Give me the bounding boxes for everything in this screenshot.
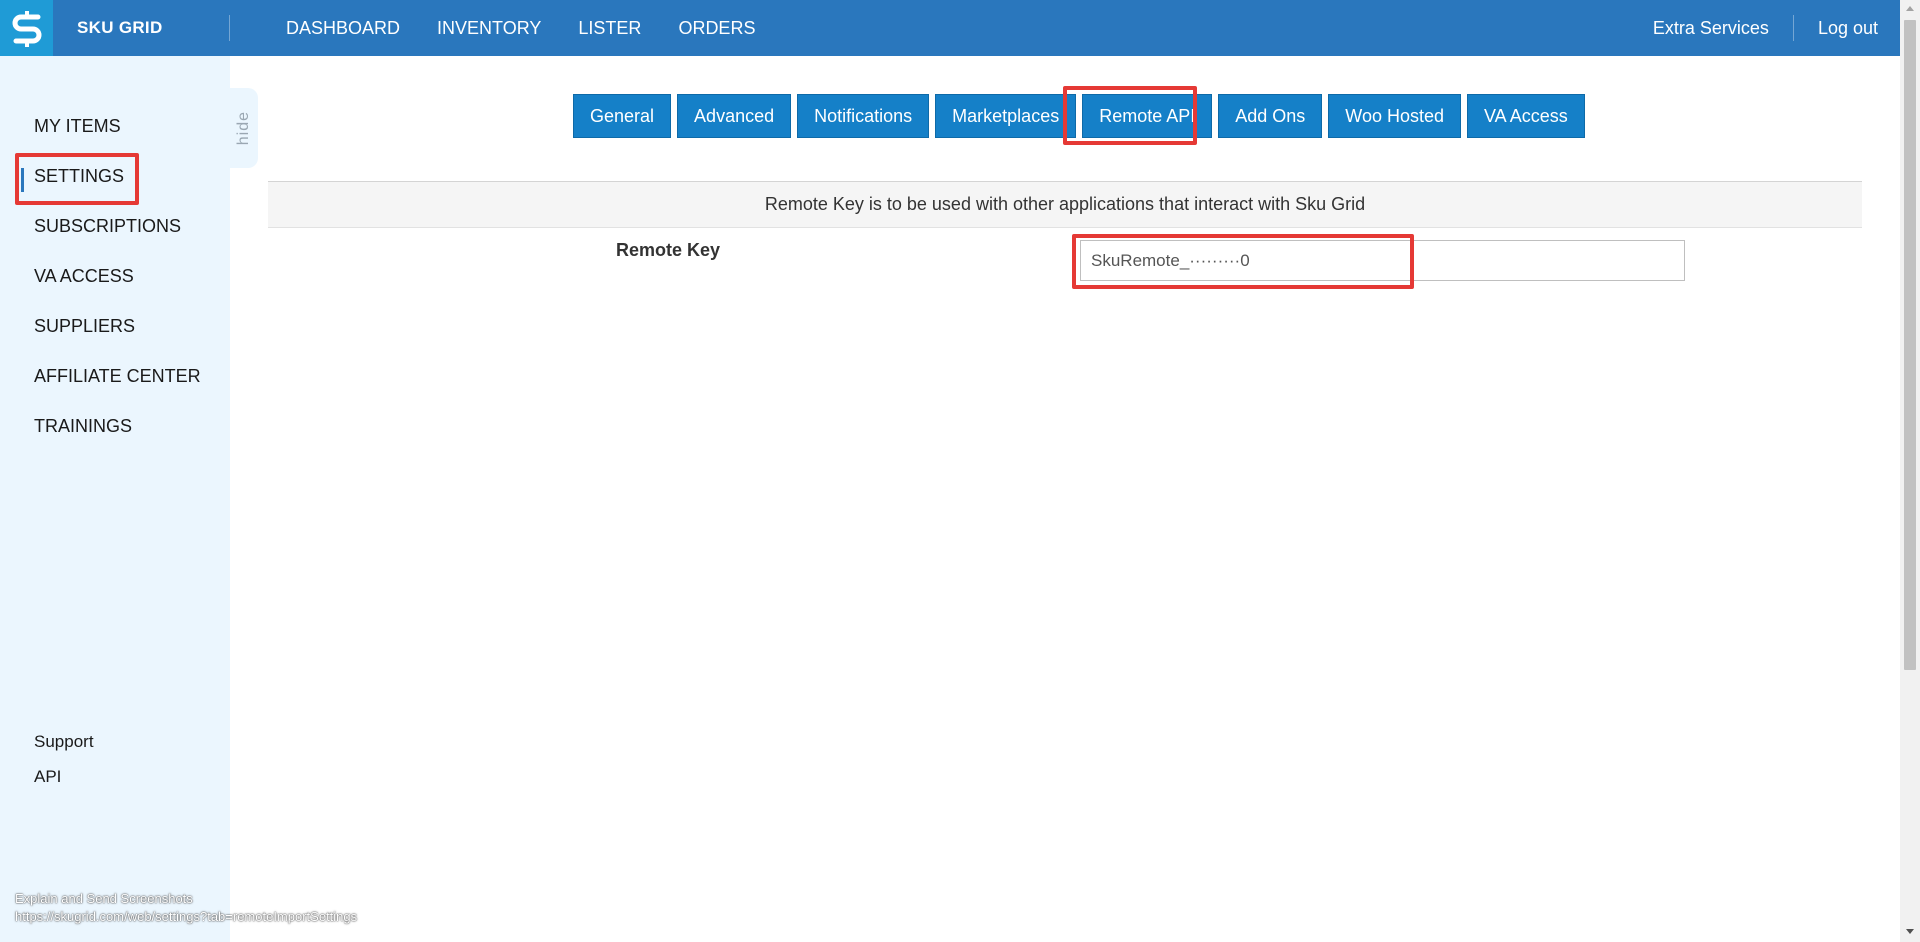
remote-key-label: Remote Key bbox=[616, 240, 721, 260]
extra-services-link[interactable]: Extra Services bbox=[1653, 18, 1769, 39]
overlay-caption: Explain and Send Screenshots bbox=[15, 891, 193, 906]
sidebar-item-va-access[interactable]: VA ACCESS bbox=[34, 266, 134, 287]
sidebar-support-link[interactable]: Support bbox=[34, 732, 94, 752]
tab-notifications[interactable]: Notifications bbox=[797, 94, 930, 138]
settings-highlight-box bbox=[15, 153, 139, 205]
sidebar-item-my-items[interactable]: MY ITEMS bbox=[34, 116, 121, 137]
brand-name[interactable]: SKU GRID bbox=[77, 0, 163, 56]
nav-orders[interactable]: ORDERS bbox=[678, 0, 755, 56]
tab-woo-hosted[interactable]: Woo Hosted bbox=[1328, 94, 1462, 138]
brand-divider bbox=[229, 15, 230, 41]
scroll-down-icon[interactable] bbox=[1906, 929, 1914, 934]
sidebar-item-affiliate-center[interactable]: AFFILIATE CENTER bbox=[34, 366, 201, 387]
scrollbar-thumb[interactable] bbox=[1904, 20, 1916, 670]
sidebar-item-suppliers[interactable]: SUPPLIERS bbox=[34, 316, 135, 337]
hide-label: hide bbox=[235, 110, 252, 146]
nav-lister[interactable]: LISTER bbox=[578, 0, 641, 56]
tab-remote-api[interactable]: Remote API bbox=[1082, 94, 1213, 138]
remote-key-info: Remote Key is to be used with other appl… bbox=[268, 181, 1862, 228]
remote-key-input[interactable] bbox=[1080, 240, 1685, 281]
page-scrollbar[interactable] bbox=[1900, 0, 1920, 942]
sidebar-item-subscriptions[interactable]: SUBSCRIPTIONS bbox=[34, 216, 181, 237]
overlay-url: https://skugrid.com/web/settings?tab=rem… bbox=[15, 909, 358, 924]
tab-add-ons[interactable]: Add Ons bbox=[1218, 94, 1323, 138]
hide-sidebar-toggle[interactable]: hide bbox=[230, 88, 258, 168]
tab-marketplaces[interactable]: Marketplaces bbox=[935, 94, 1077, 138]
settings-tabs: General Advanced Notifications Marketpla… bbox=[573, 94, 1591, 138]
right-nav: Extra Services Log out bbox=[1653, 0, 1878, 56]
tab-va-access[interactable]: VA Access bbox=[1467, 94, 1585, 138]
main-nav: DASHBOARD INVENTORY LISTER ORDERS bbox=[286, 0, 792, 56]
right-nav-divider bbox=[1792, 15, 1794, 41]
sidebar-item-trainings[interactable]: TRAININGS bbox=[34, 416, 132, 437]
sidebar-api-link[interactable]: API bbox=[34, 767, 61, 787]
logout-link[interactable]: Log out bbox=[1818, 18, 1878, 39]
nav-inventory[interactable]: INVENTORY bbox=[437, 0, 541, 56]
dollar-logo-icon bbox=[12, 11, 41, 47]
top-navbar: SKU GRID DASHBOARD INVENTORY LISTER ORDE… bbox=[0, 0, 1900, 56]
scroll-up-icon[interactable] bbox=[1906, 6, 1914, 11]
logo[interactable] bbox=[0, 0, 53, 56]
tab-general[interactable]: General bbox=[573, 94, 672, 138]
tab-advanced[interactable]: Advanced bbox=[677, 94, 792, 138]
nav-dashboard[interactable]: DASHBOARD bbox=[286, 0, 400, 56]
